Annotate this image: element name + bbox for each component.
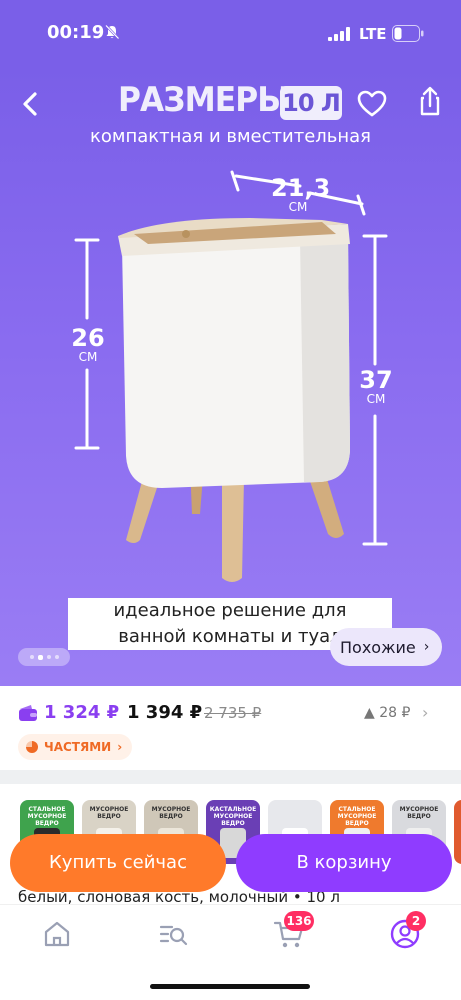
total-height-value: 37 xyxy=(359,366,393,394)
variant-label: СТАЛЬНОЕ МУСОРНОЕ ВЕДРО xyxy=(337,806,377,827)
pie-chart-icon xyxy=(26,741,38,753)
buy-now-button[interactable]: Купить сейчас xyxy=(10,834,226,892)
old-price: 2 735 ₽ xyxy=(204,704,262,722)
price-row: 1 324 ₽ 1 394 ₽ 2 735 ₽ ▲ 28 ₽ › xyxy=(0,700,461,728)
favorite-button[interactable] xyxy=(354,86,390,122)
leg-height-unit: СМ xyxy=(78,350,98,364)
width-dimension: 21,3 СМ xyxy=(271,174,331,214)
share-button[interactable] xyxy=(412,84,448,120)
cart-count-badge: 136 xyxy=(284,911,314,931)
wallet-price: 1 324 ₽ xyxy=(44,702,120,723)
regular-price: 1 394 ₽ xyxy=(127,702,203,723)
similar-label: Похожие xyxy=(340,637,416,657)
leg-height-value: 26 xyxy=(71,324,105,352)
installments-label: ЧАСТЯМИ xyxy=(44,740,112,754)
variant-label: КАСТАЛЬНОЕ МУСОРНОЕ ВЕДРО xyxy=(209,806,257,827)
width-unit: СМ xyxy=(288,200,308,214)
width-value: 21,3 xyxy=(271,174,331,202)
signal-bars-icon xyxy=(328,27,350,41)
leg-height-dimension: 26 СМ xyxy=(66,326,110,364)
product-gallery[interactable]: РАЗМЕРЫ 10 Л компактная и вместительная … xyxy=(0,68,461,686)
wallet-icon xyxy=(19,705,37,721)
network-type: LTE xyxy=(359,25,387,43)
slide-dot xyxy=(54,655,59,659)
heart-icon xyxy=(357,90,387,117)
home-icon[interactable] xyxy=(40,917,74,951)
chevron-right-icon: › xyxy=(117,740,123,754)
slide-dot-active xyxy=(37,654,43,660)
variant-thumbnail[interactable] xyxy=(454,800,461,864)
add-to-cart-button[interactable]: В корзину xyxy=(236,834,452,892)
status-time: 00:19 xyxy=(47,22,105,43)
total-height-dimension: 37 СМ xyxy=(354,368,398,406)
home-indicator xyxy=(150,984,310,989)
volume-badge: 10 Л xyxy=(280,86,342,120)
profile-notification-badge: 2 xyxy=(406,911,426,931)
variant-label: СТАЛЬНОЕ МУСОРНОЕ ВЕДРО xyxy=(27,806,67,827)
total-height-unit: СМ xyxy=(366,392,386,406)
gallery-subtitle: компактная и вместительная xyxy=(89,126,372,147)
gallery-title: РАЗМЕРЫ xyxy=(118,80,290,120)
bonus-points[interactable]: ▲ 28 ₽ xyxy=(364,705,410,721)
chevron-left-icon xyxy=(23,92,37,116)
chevron-right-icon: › xyxy=(423,639,430,655)
variant-label: МУСОРНОЕ ВЕДРО xyxy=(399,806,439,820)
description-peek: белый, слоновая кость, молочный • 10 л xyxy=(18,890,340,904)
installments-button[interactable]: ЧАСТЯМИ › xyxy=(18,734,133,760)
variant-label: МУСОРНОЕ ВЕДРО xyxy=(89,806,129,820)
slide-dot xyxy=(46,655,51,659)
slide-indicator xyxy=(18,648,70,666)
catalog-search-icon[interactable] xyxy=(156,917,190,951)
battery-icon xyxy=(392,25,424,42)
caption-line-1: идеальное решение для xyxy=(113,600,347,621)
chevron-right-icon[interactable]: › xyxy=(422,703,428,722)
slide-dot xyxy=(29,655,34,659)
status-bar: 00:19 LTE xyxy=(0,0,461,68)
section-divider xyxy=(0,770,461,784)
variant-label: МУСОРНОЕ ВЕДРО xyxy=(151,806,191,820)
muted-bell-icon xyxy=(105,24,120,40)
back-button[interactable] xyxy=(12,86,48,122)
similar-button[interactable]: Похожие › xyxy=(330,628,442,666)
share-icon xyxy=(420,86,440,116)
